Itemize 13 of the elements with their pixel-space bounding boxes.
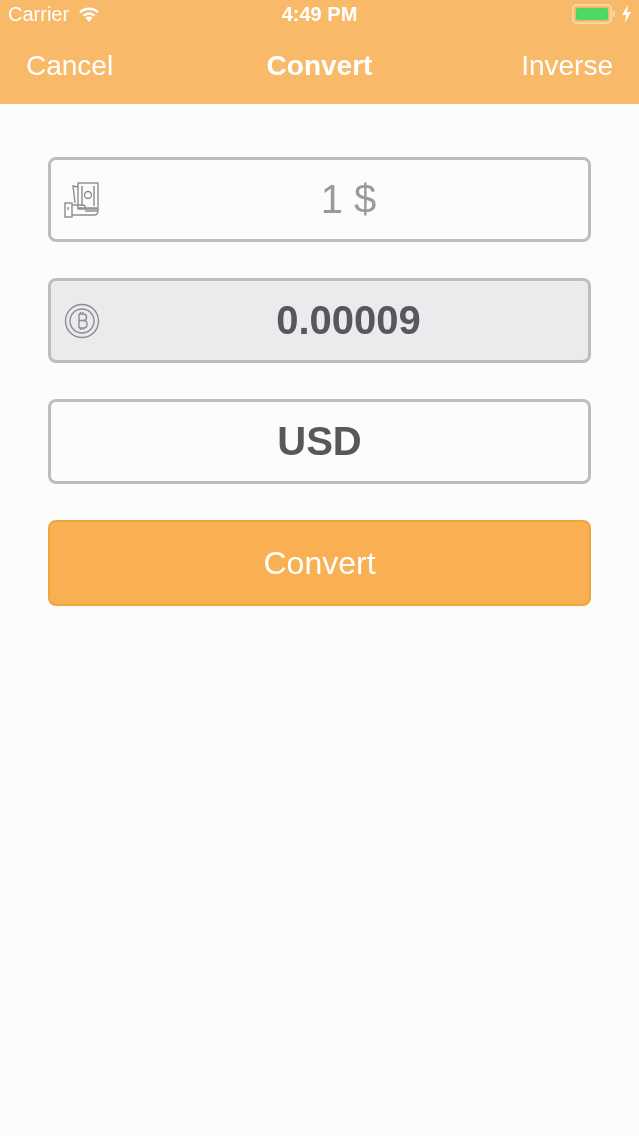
cash-in-hand-icon bbox=[64, 180, 100, 219]
currency-field[interactable]: USD bbox=[48, 399, 591, 484]
charging-bolt-icon bbox=[622, 4, 631, 23]
battery-icon bbox=[572, 3, 616, 24]
inverse-button[interactable]: Inverse bbox=[521, 48, 613, 83]
convert-button[interactable]: Convert bbox=[48, 520, 591, 606]
amount-field[interactable]: 1 $ bbox=[48, 157, 591, 242]
carrier-label: Carrier bbox=[8, 2, 70, 25]
bitcoin-coin-icon bbox=[64, 302, 100, 339]
status-time: 4:49 PM bbox=[281, 2, 358, 25]
cancel-button[interactable]: Cancel bbox=[26, 48, 114, 83]
nav-title: Convert bbox=[266, 48, 373, 83]
wifi-icon bbox=[77, 4, 102, 23]
